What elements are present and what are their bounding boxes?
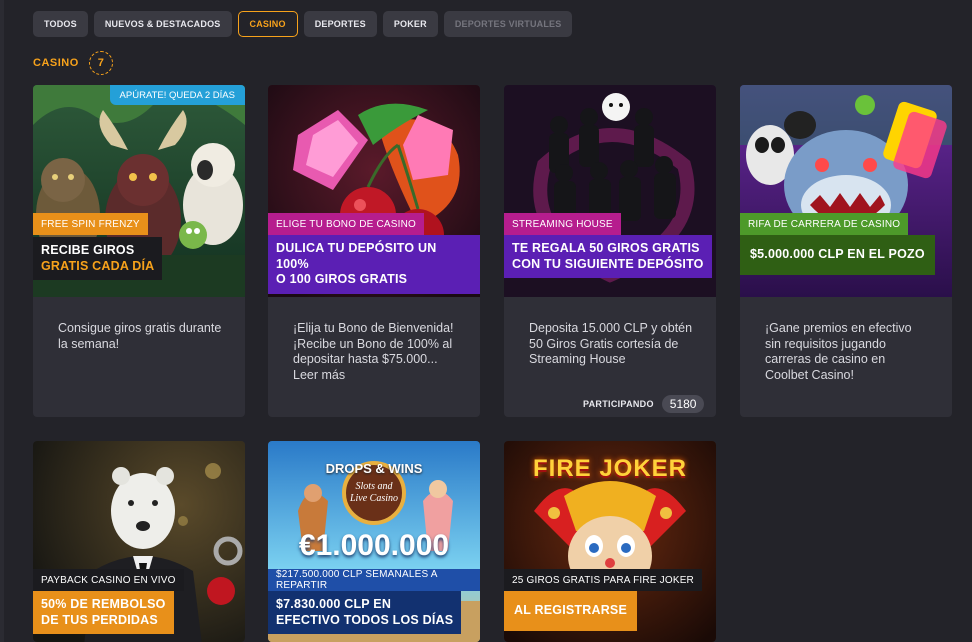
participating-indicator: PARTICIPANDO 5180 <box>583 395 705 413</box>
art-subtitle-line1: Slots and <box>355 481 393 492</box>
countdown-ribbon: APÚRATE! QUEDA 2 DÍAS <box>109 85 245 105</box>
promo-card-streaming-house[interactable]: STREAMING HOUSE TE REGALA 50 GIROS GRATI… <box>504 85 716 417</box>
left-edge <box>0 0 4 642</box>
promo-banner-line1: 50% DE REMBOLSO <box>41 597 166 611</box>
promo-banner-line1: RECIBE GIROS <box>41 243 135 257</box>
promo-banner: RECIBE GIROS GRATIS CADA DÍA <box>33 237 163 280</box>
promo-card-free-spin-frenzy[interactable]: APÚRATE! QUEDA 2 DÍAS FREE SPIN FRENZY R… <box>33 85 245 417</box>
promo-tag: PAYBACK CASINO EN VIVO <box>33 569 184 591</box>
promo-description: Deposita 15.000 CLP y obtén 50 Giros Gra… <box>529 321 693 366</box>
promo-tag: 25 GIROS GRATIS PARA FIRE JOKER <box>504 569 702 591</box>
promo-description: ¡Elija tu Bono de Bienvenida! ¡Recibe un… <box>293 321 454 382</box>
promo-tag: FREE SPIN FRENZY <box>33 213 148 235</box>
promo-banner: AL REGISTRARSE <box>504 591 637 631</box>
section-header: CASINO 7 <box>33 51 113 75</box>
promo-banner-line2: CON TU SIGUIENTE DEPÓSITO <box>512 256 704 271</box>
promo-banner-line1: TE REGALA 50 GIROS GRATIS <box>512 241 700 255</box>
promo-banner: TE REGALA 50 GIROS GRATIS CON TU SIGUIEN… <box>504 235 712 278</box>
promo-description: ¡Gane premios en efectivo sin requisitos… <box>765 321 912 382</box>
art-title: DROPS & WINS <box>325 461 423 476</box>
promo-card-payback-casino[interactable]: PAYBACK CASINO EN VIVO 50% DE REMBOLSO D… <box>33 441 245 642</box>
art-prize: €1.000.000 <box>298 529 450 562</box>
filter-poker[interactable]: POKER <box>382 11 438 37</box>
promo-banner: DULICA TU DEPÓSITO UN 100% O 100 GIROS G… <box>268 235 480 294</box>
filter-casino[interactable]: CASINO <box>237 11 298 37</box>
promo-tag: $217.500.000 CLP SEMANALES A REPARTIR <box>268 569 480 591</box>
promo-banner-line1: $5.000.000 CLP EN EL POZO <box>750 247 925 261</box>
promo-banner: $5.000.000 CLP EN EL POZO <box>740 235 935 275</box>
participating-count: 5180 <box>661 395 705 413</box>
promo-banner: 50% DE REMBOLSO DE TUS PERDIDAS <box>33 591 174 634</box>
section-count-badge: 7 <box>88 51 113 75</box>
promo-banner-line2: EFECTIVO TODOS LOS DÍAS <box>276 612 454 627</box>
promo-tag: ELIGE TU BONO DE CASINO <box>268 213 425 235</box>
promo-card-fire-joker[interactable]: FIRE JOKER 25 GIROS GRATIS PARA FIRE JOK… <box>504 441 716 642</box>
promo-card-rifa-carrera[interactable]: RIFA DE CARRERA DE CASINO $5.000.000 CLP… <box>740 85 952 417</box>
promo-tag: STREAMING HOUSE <box>504 213 621 235</box>
promo-banner: $7.830.000 CLP EN EFECTIVO TODOS LOS DÍA… <box>268 591 462 634</box>
filter-deportes-virtuales[interactable]: DEPORTES VIRTUALES <box>443 11 573 37</box>
filter-nuevos-destacados[interactable]: NUEVOS & DESTACADOS <box>93 11 232 37</box>
promo-banner-line2: DE TUS PERDIDAS <box>41 612 158 627</box>
promo-card-elige-bono[interactable]: ELIGE TU BONO DE CASINO DULICA TU DEPÓSI… <box>268 85 480 417</box>
promo-description: Consigue giros gratis durante la semana! <box>58 321 222 351</box>
promo-card-drops-wins[interactable]: DROPS & WINS Slots and Live Casino €1.00… <box>268 441 480 642</box>
promo-banner-line2: O 100 GIROS GRATIS <box>276 272 408 286</box>
participating-label: PARTICIPANDO <box>583 399 654 409</box>
promo-banner-line1: DULICA TU DEPÓSITO UN 100% <box>276 241 437 271</box>
category-filters: TODOS NUEVOS & DESTACADOS CASINO DEPORTE… <box>33 11 573 37</box>
filter-todos[interactable]: TODOS <box>33 11 88 37</box>
promo-banner-line2: GRATIS CADA DÍA <box>41 258 155 273</box>
section-title: CASINO <box>33 57 79 69</box>
art-subtitle-line2: Live Casino <box>349 493 399 504</box>
promo-tag: RIFA DE CARRERA DE CASINO <box>740 213 909 235</box>
art-title: FIRE JOKER <box>532 455 688 482</box>
art-subtitle: Slots and Live Casino <box>268 481 480 505</box>
promo-banner-line1: AL REGISTRARSE <box>514 603 627 617</box>
filter-deportes[interactable]: DEPORTES <box>303 11 377 37</box>
promo-banner-line1: $7.830.000 CLP EN <box>276 597 392 611</box>
